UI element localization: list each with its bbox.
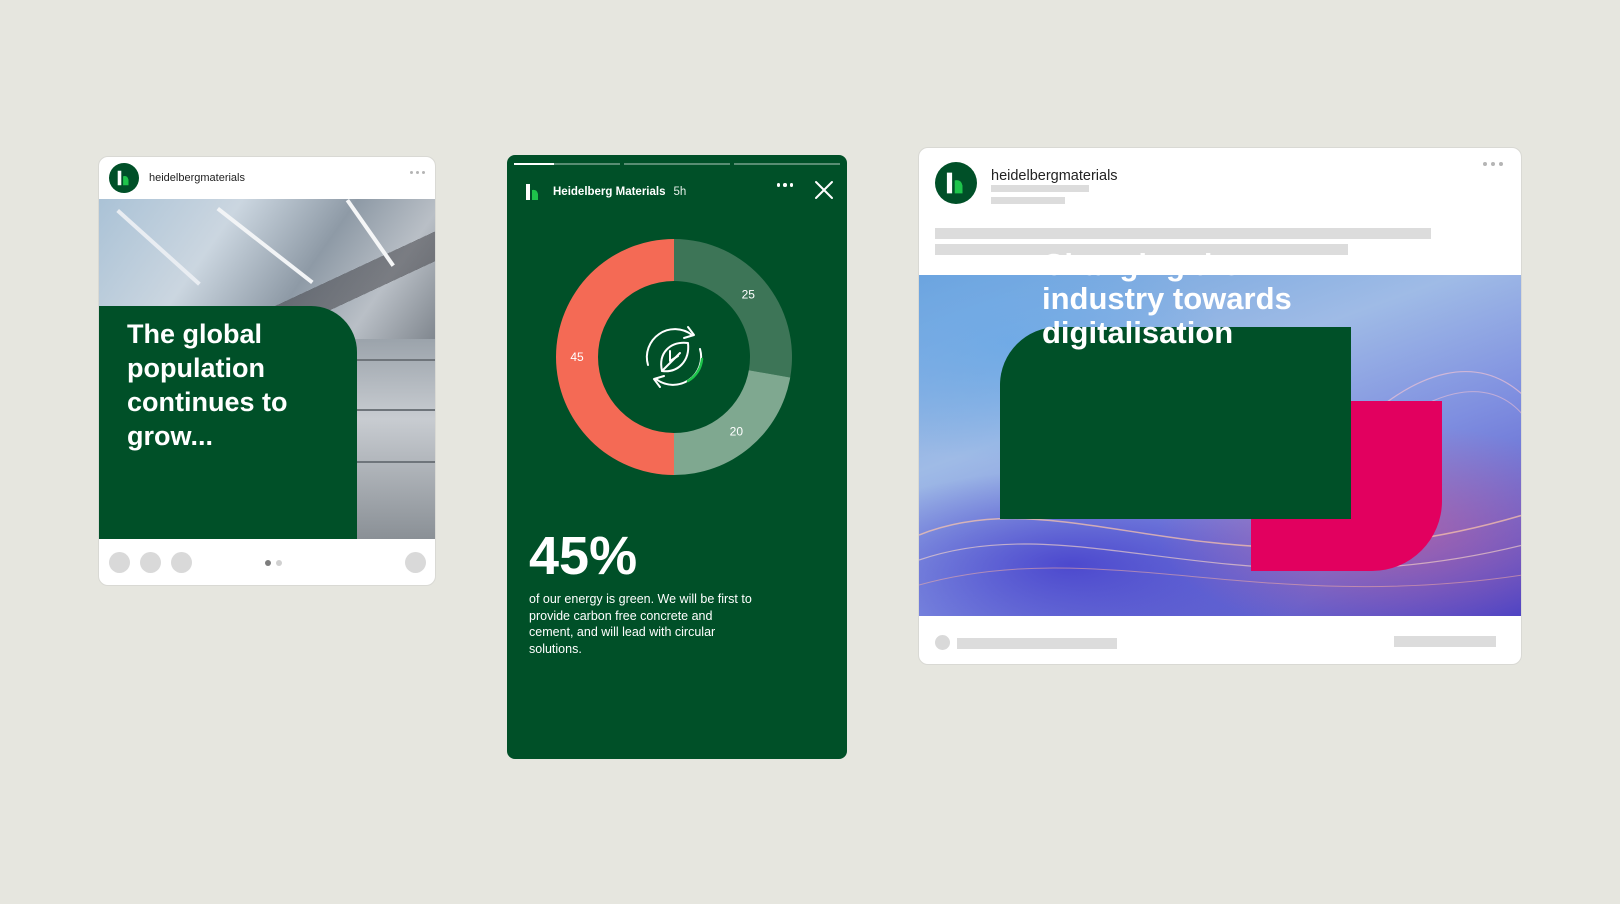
recycle-leaf-icon xyxy=(645,326,704,388)
close-icon[interactable] xyxy=(811,177,837,203)
bookmark-icon[interactable] xyxy=(405,552,426,573)
avatar[interactable] xyxy=(935,162,977,204)
post-headline: Changing the industry towards digitalisa… xyxy=(1042,247,1292,350)
linkedin-post-card: heidelbergmaterials Changing the industr… xyxy=(918,147,1522,665)
instagram-post-card: heidelbergmaterials The global populatio… xyxy=(98,156,436,586)
story-time: 5h xyxy=(673,186,687,198)
energy-donut-chart: 25 20 45 xyxy=(556,239,792,475)
reaction-icon[interactable] xyxy=(935,635,950,650)
headline-panel xyxy=(1000,327,1351,519)
more-dots-icon[interactable] xyxy=(1483,162,1503,166)
story-progress-segment xyxy=(514,163,620,165)
donut-label-45: 45 xyxy=(570,350,584,364)
story-account-name[interactable]: Heidelberg Materials xyxy=(553,186,665,198)
donut-label-25: 25 xyxy=(742,288,756,302)
story-header: Heidelberg Materials 5h xyxy=(523,177,837,207)
story-progress-segment xyxy=(734,163,840,165)
story-stat: 45% xyxy=(529,526,638,586)
username[interactable]: heidelbergmaterials xyxy=(149,172,245,184)
pager-dot xyxy=(276,560,282,566)
more-dots-icon[interactable] xyxy=(776,183,793,187)
story-description: of our energy is green. We will be first… xyxy=(529,592,752,656)
logo-icon xyxy=(117,170,129,186)
donut-label-20: 20 xyxy=(730,424,744,438)
placeholder-line xyxy=(1394,636,1496,647)
donut-slice-20 xyxy=(674,370,791,475)
like-icon[interactable] xyxy=(109,552,130,573)
placeholder-line xyxy=(957,638,1117,649)
placeholder-line xyxy=(991,185,1089,192)
comment-icon[interactable] xyxy=(140,552,161,573)
story-progress xyxy=(514,163,840,165)
post-headline: The global population continues to grow.… xyxy=(127,319,288,451)
pager-dot-active xyxy=(265,560,271,566)
placeholder-line xyxy=(935,228,1431,239)
share-icon[interactable] xyxy=(171,552,192,573)
logo-icon xyxy=(946,172,963,194)
post-actions xyxy=(99,539,435,585)
carousel-pager xyxy=(265,560,282,566)
donut-slice-25 xyxy=(674,239,792,378)
more-dots-icon[interactable] xyxy=(410,171,425,174)
story-progress-segment xyxy=(624,163,730,165)
post-header: heidelbergmaterials xyxy=(99,157,435,199)
placeholder-line xyxy=(991,197,1065,204)
story-card: Heidelberg Materials 5h 25 20 45 45% of ou… xyxy=(507,155,847,759)
avatar[interactable] xyxy=(109,163,139,193)
logo-icon xyxy=(526,184,538,200)
